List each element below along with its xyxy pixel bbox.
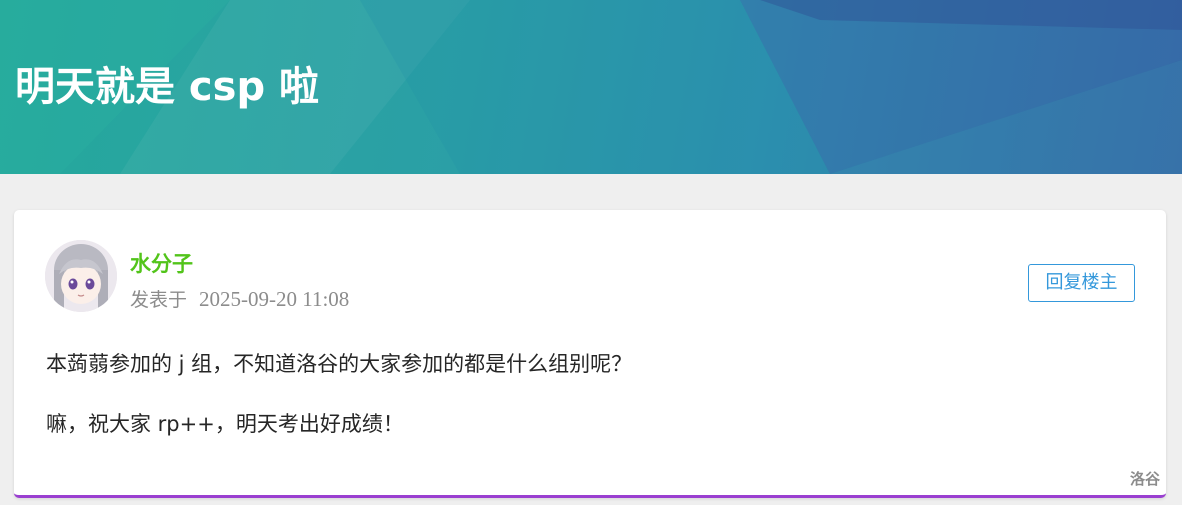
post-timestamp: 2025-09-20 11:08 [199,287,350,311]
post-card: 水分子 发表于 2025-09-20 11:08 回复楼主 本蒟蒻参加的 j 组，… [14,210,1166,498]
avatar-image [45,240,117,312]
reply-to-op-button[interactable]: 回复楼主 [1028,264,1135,302]
posted-label: 发表于 [130,289,188,311]
header-banner: 明天就是 csp 啦 [0,0,1182,174]
avatar[interactable] [45,240,117,312]
post-paragraph-1: 本蒟蒻参加的 j 组，不知道洛谷的大家参加的都是什么组别呢？ [46,352,633,376]
luogu-watermark: 洛谷 [1130,470,1161,488]
post-paragraph-2: 嘛，祝大家 rp++，明天考出好成绩！ [46,412,404,436]
author-name[interactable]: 水分子 [130,250,193,278]
page-title: 明天就是 csp 啦 [15,64,320,110]
post-meta: 发表于 2025-09-20 11:08 [130,286,349,313]
